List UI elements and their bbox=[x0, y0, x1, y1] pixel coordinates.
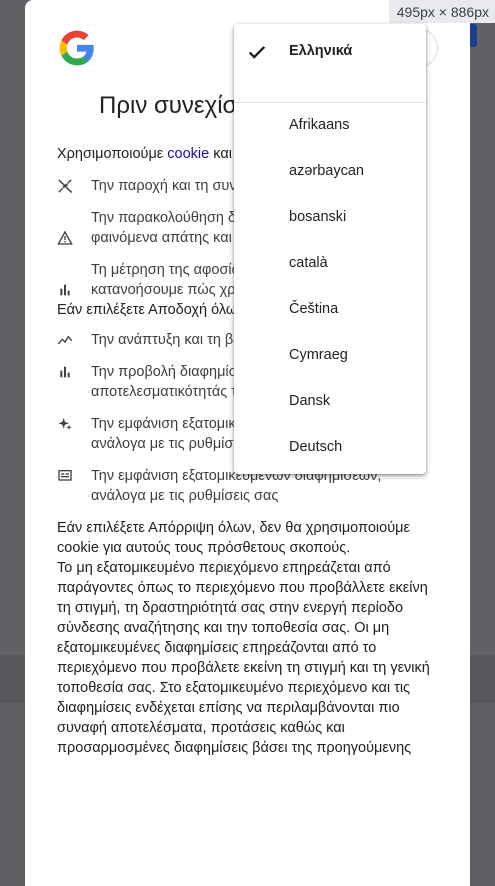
language-option[interactable]: Cymraeg bbox=[234, 333, 426, 379]
dialog-title: Πριν συνεχίσ bbox=[99, 92, 238, 119]
language-option[interactable]: azərbaycan bbox=[234, 149, 426, 195]
ad-icon bbox=[58, 470, 72, 481]
language-option[interactable]: català bbox=[234, 241, 426, 287]
language-option-label: Deutsch bbox=[289, 439, 343, 455]
accept-item-text: Την ανάπτυξη και τη βε bbox=[91, 332, 240, 348]
language-option-label: Ελληνικά bbox=[289, 43, 353, 59]
check-icon bbox=[248, 46, 266, 59]
bar-chart-icon bbox=[60, 366, 70, 378]
tools-icon bbox=[58, 179, 73, 193]
language-option[interactable]: bosanski bbox=[234, 195, 426, 241]
language-option[interactable]: Dansk bbox=[234, 379, 426, 425]
trend-icon bbox=[57, 335, 73, 345]
bar-chart-icon bbox=[60, 284, 70, 296]
language-option-label: català bbox=[289, 255, 328, 271]
language-option[interactable]: Čeština bbox=[234, 287, 426, 333]
language-option-label: bosanski bbox=[289, 209, 347, 225]
nonpersonal-text: Το μη εξατομικευμένο περιεχόμενο επηρεάζ… bbox=[57, 560, 430, 756]
google-logo bbox=[59, 30, 94, 66]
language-option[interactable]: Deutsch bbox=[234, 425, 426, 471]
sparkle-icon bbox=[58, 418, 72, 430]
reject-text: Εάν επιλέξετε Απόρριψη όλων, δεν θα χρησ… bbox=[57, 520, 410, 556]
language-option-selected[interactable]: Ελληνικά bbox=[234, 24, 426, 102]
language-option-label: Afrikaans bbox=[289, 117, 350, 133]
language-option-label: Dansk bbox=[289, 393, 331, 409]
warning-icon bbox=[57, 230, 73, 245]
language-option-label: azərbaycan bbox=[289, 163, 364, 179]
language-option[interactable]: eesti bbox=[234, 471, 426, 474]
size-badge: 495px × 886px bbox=[388, 0, 495, 23]
language-option-label: Cymraeg bbox=[289, 347, 348, 363]
lead-suffix: και bbox=[209, 146, 232, 162]
language-option-label: Čeština bbox=[289, 301, 339, 317]
language-option[interactable]: Afrikaans bbox=[234, 103, 426, 149]
purpose-text: Την παροχή και τη συν le bbox=[91, 178, 252, 194]
lead-prefix: Χρησιμοποιούμε bbox=[57, 146, 168, 162]
language-menu: Ελληνικά Afrikaans azərbaycan bosanski c… bbox=[234, 24, 426, 474]
cookie-link[interactable]: cookie bbox=[167, 146, 209, 162]
